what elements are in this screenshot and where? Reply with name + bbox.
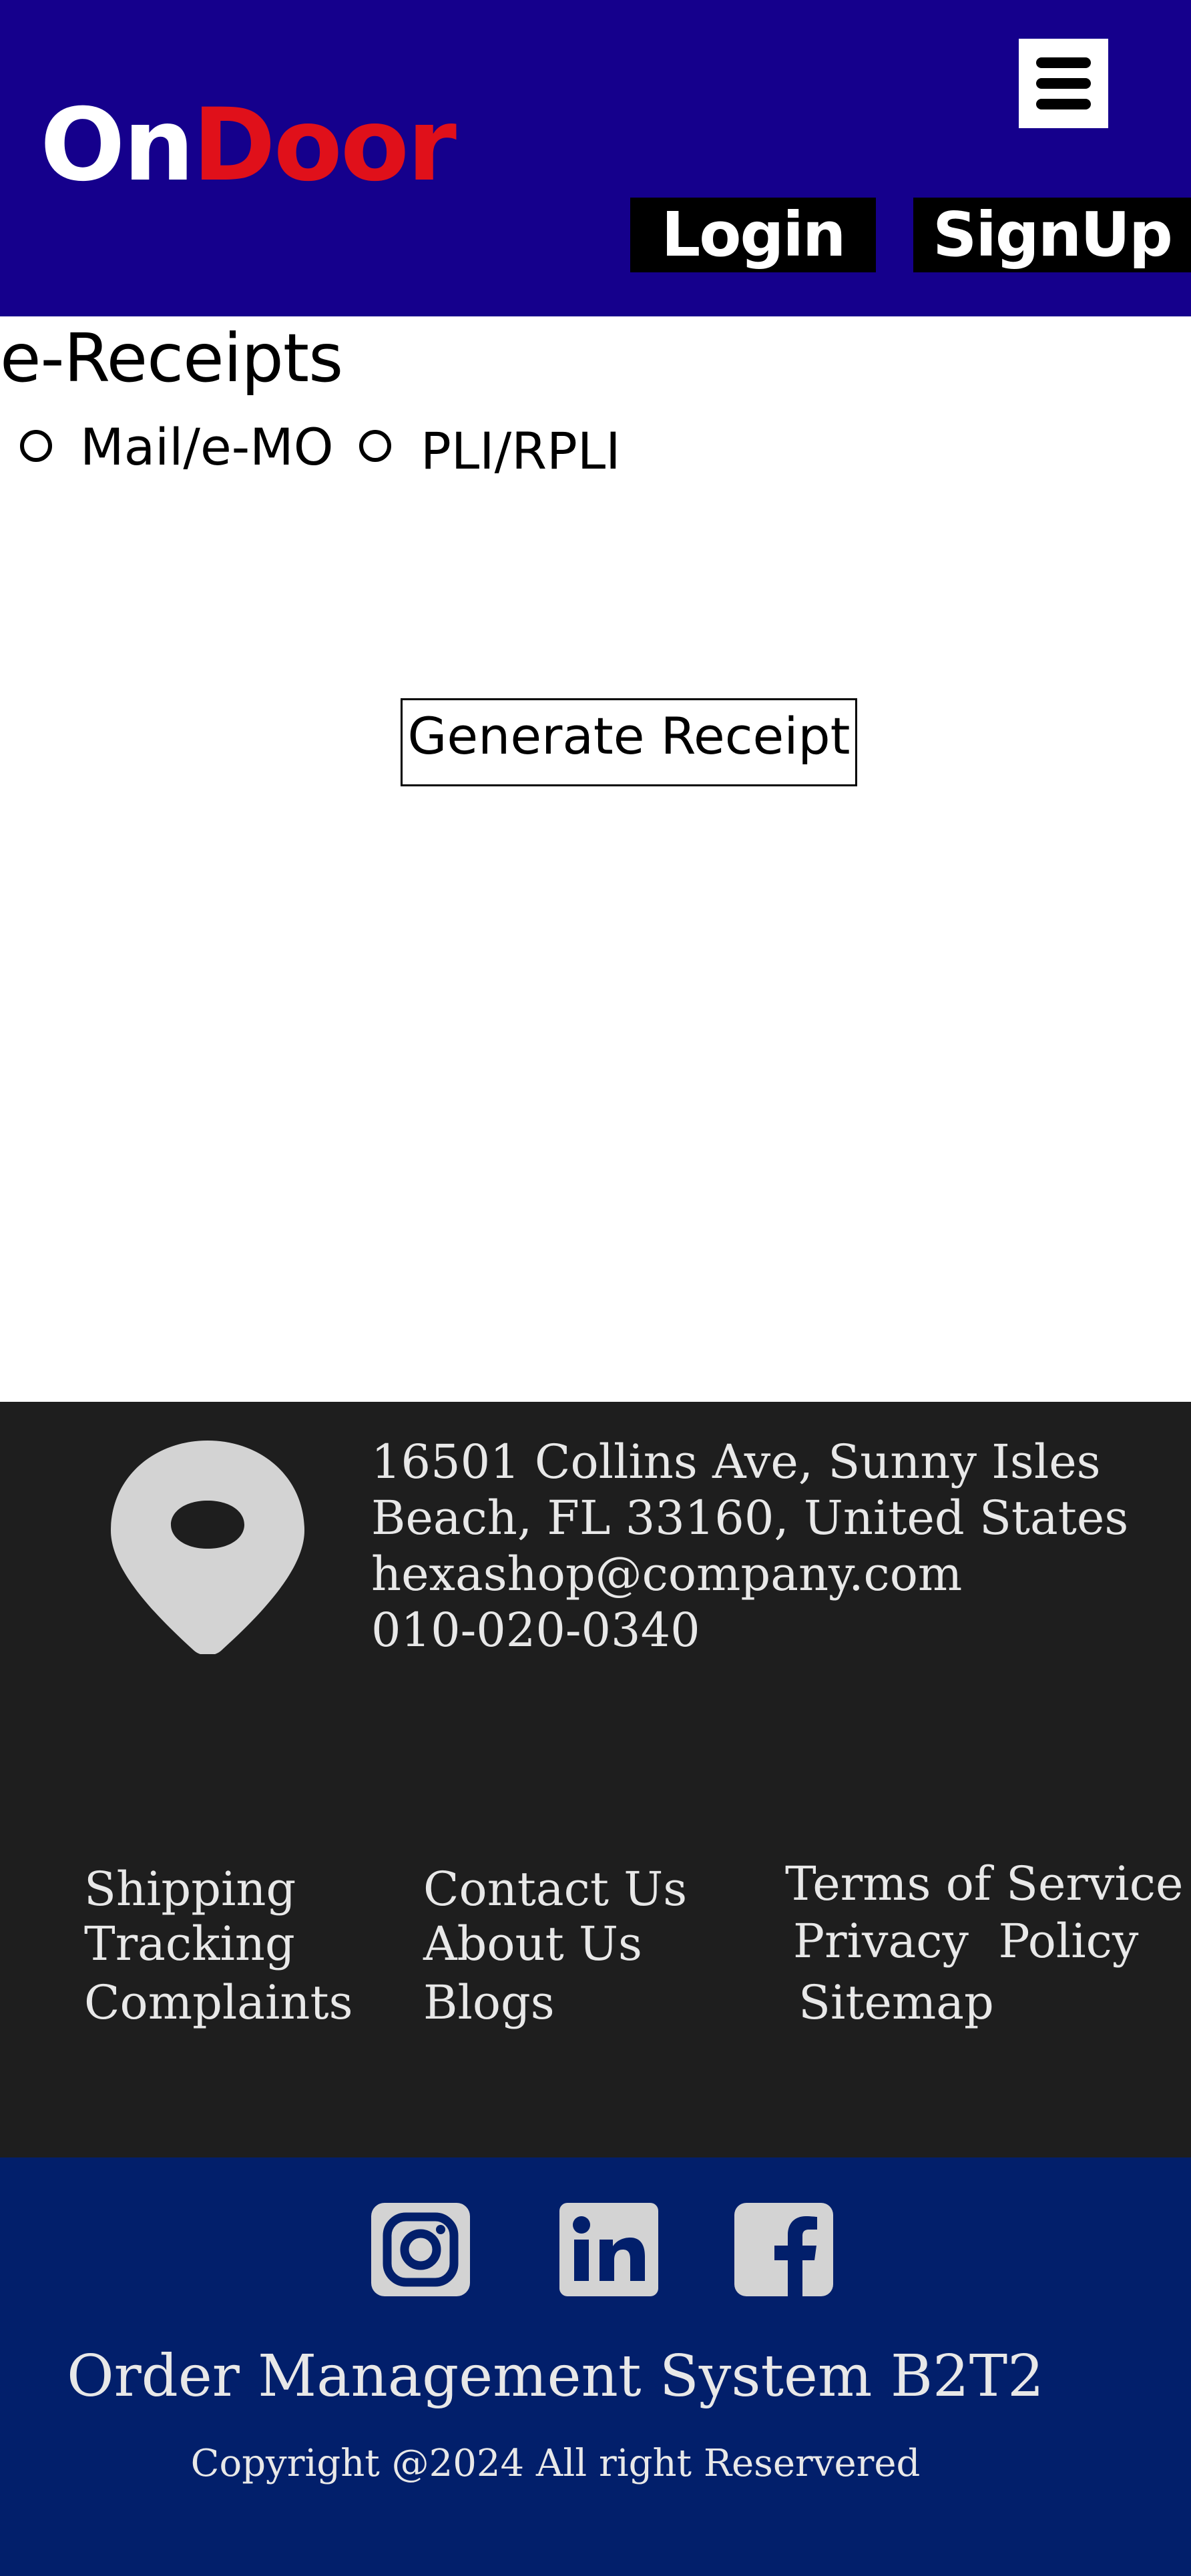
radio-pli-rpli[interactable] (359, 430, 391, 462)
footer-email[interactable]: hexashop@company.com (371, 1546, 1128, 1602)
radio-mail-emo[interactable] (20, 430, 52, 462)
menu-bar (1036, 57, 1091, 68)
footer-link-sitemap[interactable]: Sitemap (798, 1975, 994, 2031)
menu-bar (1036, 78, 1091, 89)
instagram-icon[interactable] (371, 2203, 470, 2296)
footer-link-tracking[interactable]: Tracking (84, 1916, 295, 1972)
page-title: e-Receipts (0, 319, 343, 397)
radio-label-pli-rpli[interactable]: PLI/RPLI (421, 418, 621, 485)
footer-link-about[interactable]: About Us (423, 1916, 642, 1972)
radio-label-mail-emo[interactable]: Mail/e-MO (80, 414, 334, 481)
footer-link-contact[interactable]: Contact Us (423, 1861, 687, 1917)
footer-link-complaints[interactable]: Complaints (84, 1975, 353, 2031)
hamburger-menu-icon[interactable] (1019, 39, 1108, 128)
footer-phone[interactable]: 010-020-0340 (371, 1602, 1128, 1658)
signup-button[interactable]: SignUp (913, 198, 1191, 272)
address-line: 16501 Collins Ave, Sunny Isles (371, 1435, 1101, 1489)
logo-door: Door (192, 87, 457, 204)
footer-link-privacy[interactable]: Privacy Policy (793, 1913, 1138, 1969)
footer-contact: 16501 Collins Ave, Sunny Isles Beach, FL… (371, 1434, 1128, 1658)
facebook-icon[interactable] (734, 2203, 833, 2296)
site-logo[interactable]: OnDoor (40, 85, 457, 206)
address-line: Beach, FL 33160, United States (371, 1491, 1129, 1545)
menu-bar (1036, 99, 1091, 109)
footer-link-blogs[interactable]: Blogs (423, 1975, 555, 2031)
map-pin-icon (111, 1441, 304, 1654)
footer-link-shipping[interactable]: Shipping (84, 1861, 296, 1917)
copyright: Copyright @2024 All right Reservered (190, 2442, 921, 2485)
linkedin-icon[interactable] (559, 2203, 658, 2296)
system-name: Order Management System B2T2 (67, 2343, 1044, 2410)
footer-link-terms[interactable]: Terms of Service (785, 1856, 1183, 1912)
logo-on: On (40, 87, 194, 204)
login-button[interactable]: Login (630, 198, 876, 272)
generate-receipt-button[interactable]: Generate Receipt (401, 698, 857, 786)
